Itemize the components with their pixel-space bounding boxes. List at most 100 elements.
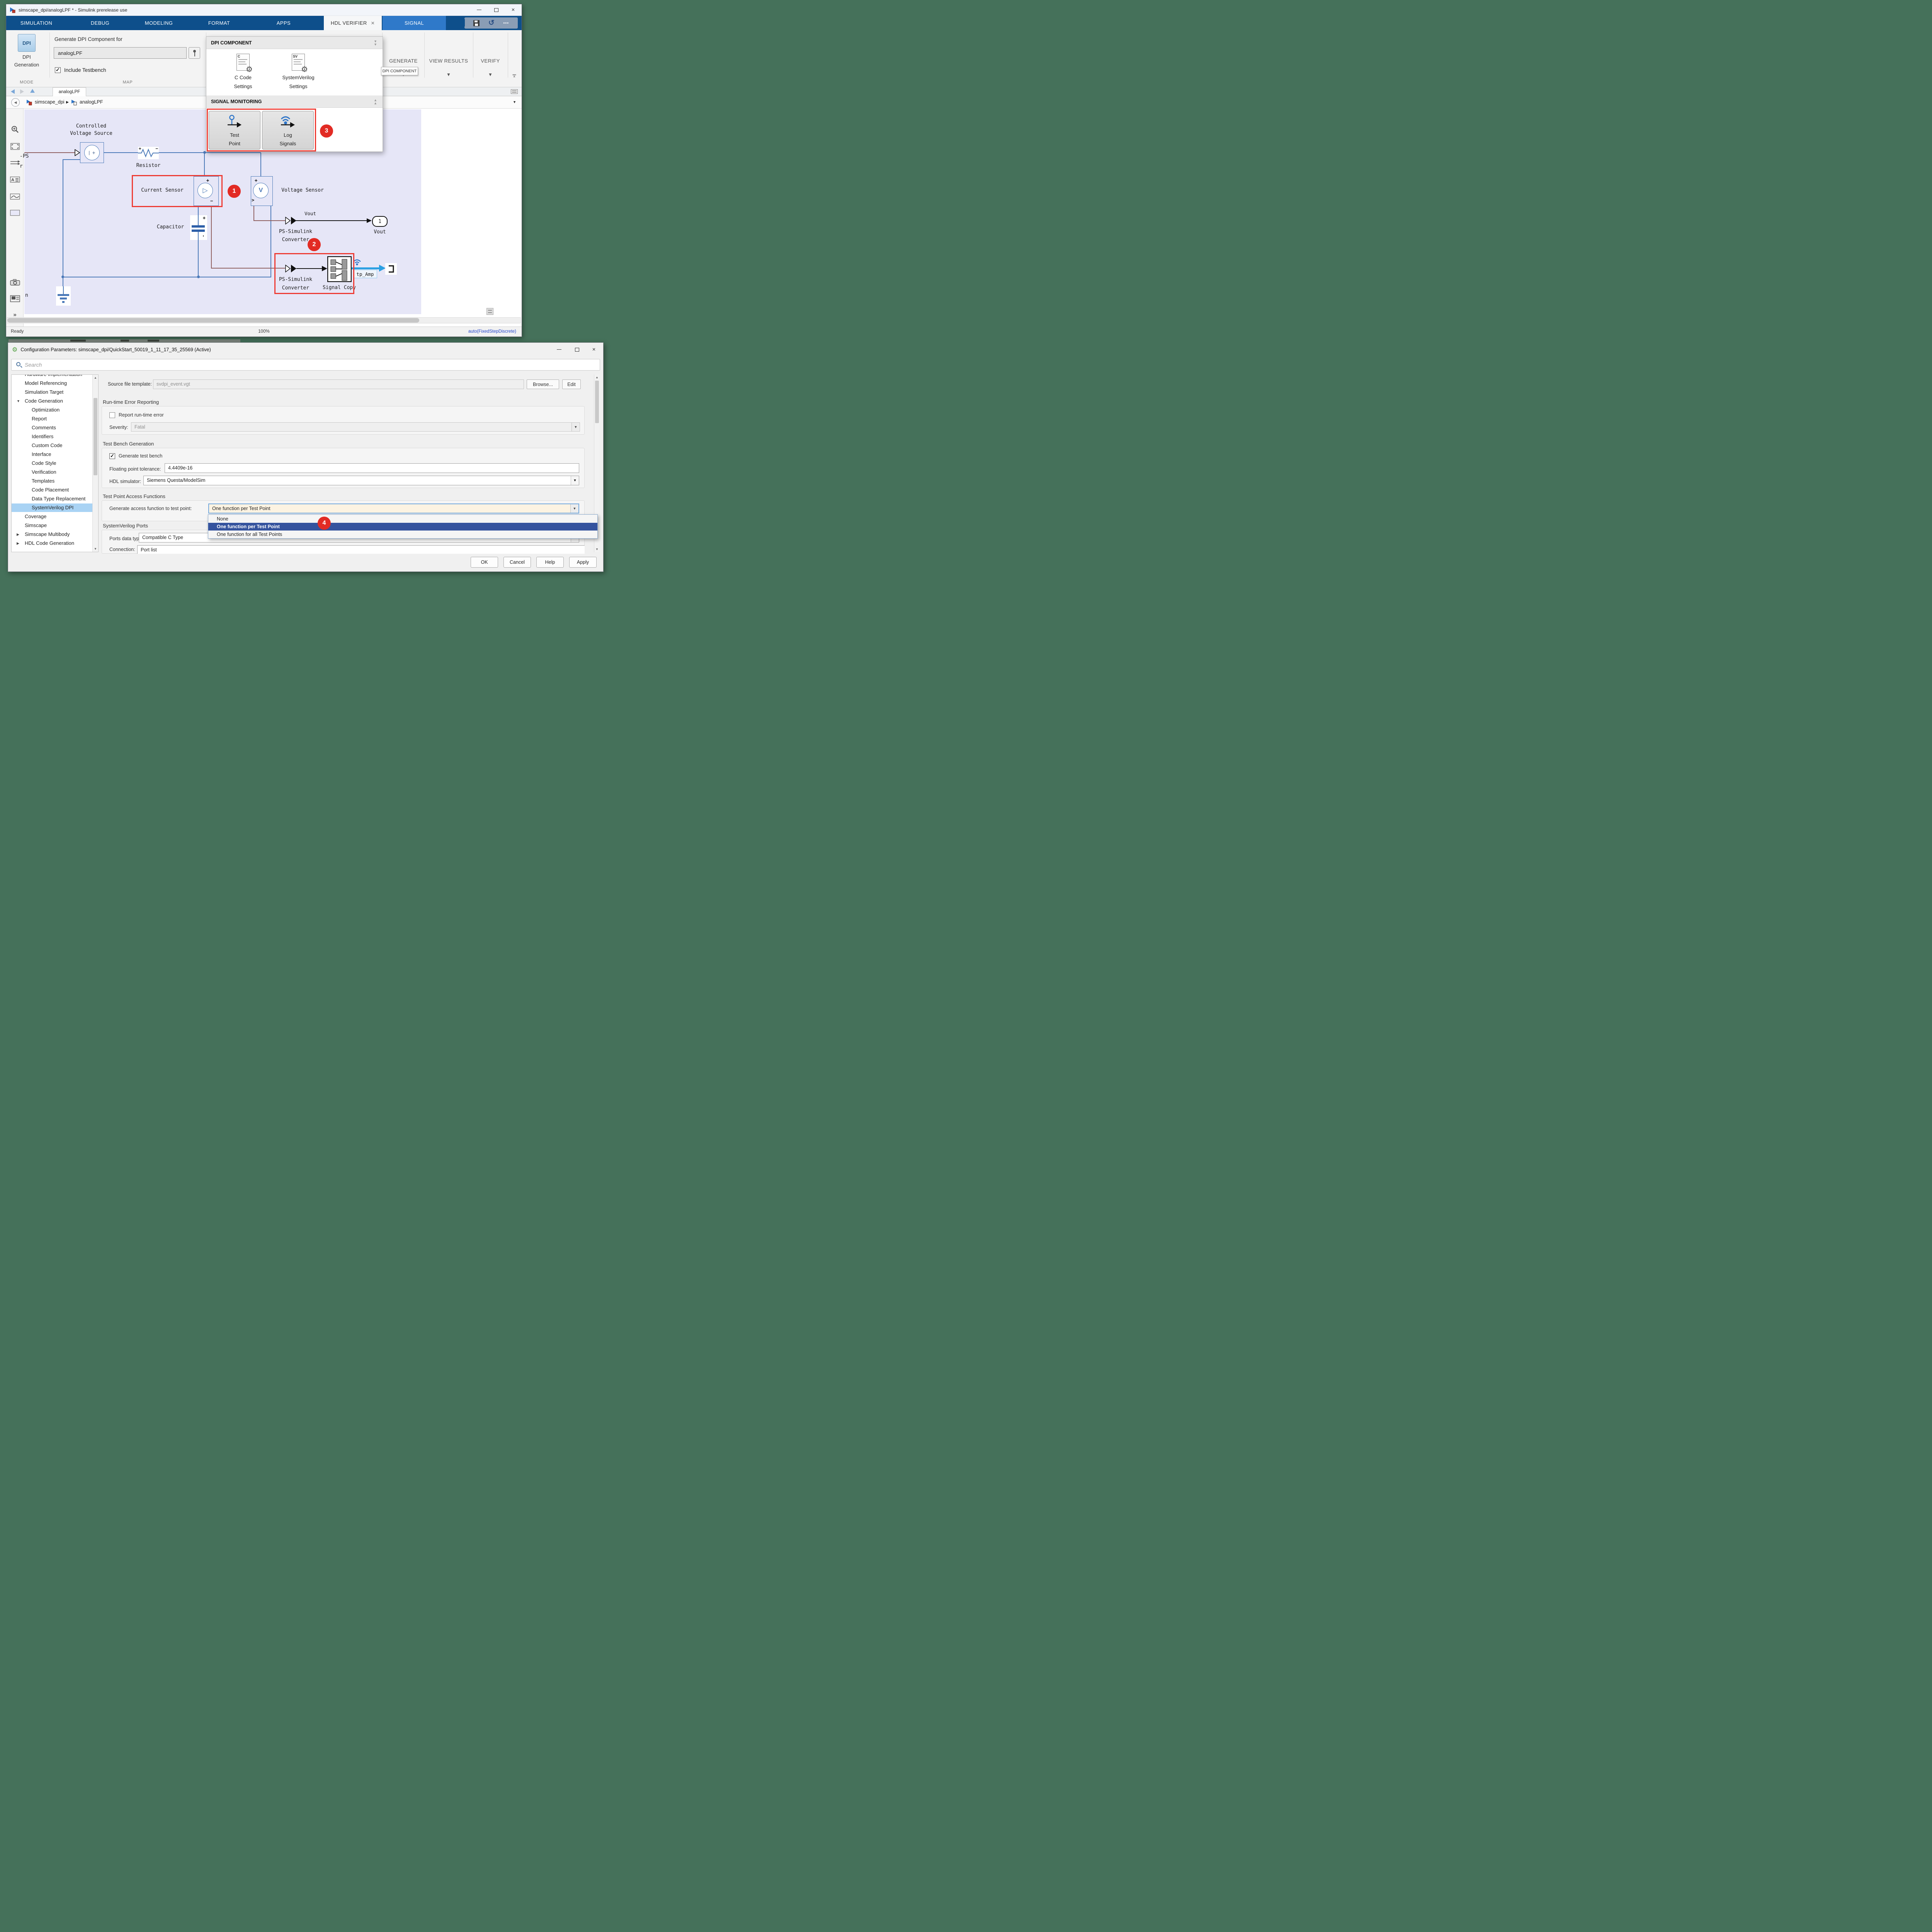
tree-item-simscape[interactable]: Simscape — [12, 521, 92, 530]
verify-dropdown-icon[interactable]: ▼ — [474, 72, 507, 77]
dpi-generation-button[interactable]: DPI — [18, 34, 36, 52]
tab-close-icon[interactable]: ✕ — [371, 20, 375, 26]
tree-scrollbar[interactable]: ▲ ▼ — [92, 375, 98, 552]
maximize-button[interactable] — [488, 4, 505, 15]
tree-item-report[interactable]: Report — [12, 415, 92, 423]
tree-item-code-style[interactable]: Code Style — [12, 459, 92, 468]
tab-format[interactable]: FORMAT — [201, 16, 237, 30]
tree-scrollbar-thumb[interactable] — [94, 398, 97, 475]
tree-item-optimization[interactable]: Optimization — [12, 406, 92, 414]
breadcrumb-item-analoglpf[interactable]: analogLPF — [80, 99, 103, 105]
search-input[interactable] — [25, 360, 598, 370]
expander-icon[interactable]: ▼ — [17, 397, 20, 405]
status-solver[interactable]: auto(FixedStepDiscrete) — [468, 329, 516, 334]
ground-block[interactable] — [56, 286, 71, 306]
tree-item-code-placement[interactable]: Code Placement — [12, 486, 92, 494]
wire-cvs-bottom[interactable] — [63, 159, 80, 160]
report-runtime-error-checkbox[interactable] — [109, 412, 115, 418]
resistor-block[interactable]: + − — [138, 147, 159, 159]
tree-item-interface[interactable]: Interface — [12, 450, 92, 459]
tab-debug[interactable]: DEBUG — [83, 16, 117, 30]
wire-vout-signal[interactable] — [296, 220, 367, 221]
minimize-button[interactable] — [471, 4, 488, 15]
dialog-close-button[interactable]: × — [585, 344, 602, 355]
option-one-for-all[interactable]: One function for all Test Points — [208, 531, 597, 538]
c-code-settings-button[interactable]: C ⚙ C Code Settings — [222, 54, 264, 91]
annotation-icon[interactable]: A — [9, 174, 21, 185]
more-options-icon[interactable]: ••• — [503, 21, 509, 26]
wire-to-current-sensor[interactable] — [204, 153, 205, 176]
pin-button[interactable] — [189, 47, 200, 59]
tree-item-hdl-code-generation[interactable]: ▶HDL Code Generation — [12, 539, 92, 548]
tree-item-templates[interactable]: Templates — [12, 477, 92, 485]
tab-apps[interactable]: APPS — [270, 16, 298, 30]
tree-item-hardware-implementation[interactable]: Hardware Implementation — [12, 374, 92, 379]
fpt-input[interactable] — [168, 464, 558, 472]
scrollbar-thumb[interactable] — [7, 318, 419, 323]
image-capture-icon[interactable] — [9, 293, 21, 304]
tree-item-custom-code[interactable]: Custom Code — [12, 441, 92, 450]
tree-item-verification[interactable]: Verification — [12, 468, 92, 476]
include-testbench-checkbox[interactable]: ✓ — [55, 67, 61, 73]
wire-voltage-sensor-out[interactable] — [253, 206, 254, 221]
breadcrumb-item-simscape-dpi[interactable]: simscape_dpi — [35, 99, 64, 105]
canvas-horizontal-scrollbar[interactable] — [7, 317, 521, 323]
tab-signal[interactable]: SIGNAL — [383, 16, 446, 30]
expand-section-icon[interactable]: ▲▲ — [374, 99, 377, 105]
dropdown-arrow-icon[interactable]: ▼ — [571, 476, 579, 485]
help-button[interactable]: Help — [536, 557, 564, 568]
breadcrumb-dropdown-icon[interactable]: ▼ — [513, 100, 516, 104]
cancel-button[interactable]: Cancel — [503, 557, 531, 568]
up-icon[interactable] — [30, 89, 35, 93]
hide-browser-icon[interactable]: ◀ — [11, 98, 20, 107]
tree-item-coverage[interactable]: Coverage — [12, 512, 92, 521]
wire-to-converter1[interactable] — [253, 220, 285, 221]
expander-icon[interactable]: ▶ — [17, 530, 19, 539]
tree-item-identifiers[interactable]: Identifiers — [12, 432, 92, 441]
tree-item-model-referencing[interactable]: Model Referencing — [12, 379, 92, 388]
dropdown-arrow-icon[interactable]: ▼ — [570, 504, 578, 513]
canvas-overview-icon[interactable] — [486, 308, 493, 315]
tree-item-comments[interactable]: Comments — [12, 423, 92, 432]
capacitor-block[interactable]: + ' — [190, 215, 207, 240]
generate-menu[interactable]: GENERATE ▼ — [383, 30, 424, 87]
wire-to-voltage-sensor[interactable] — [260, 153, 261, 176]
collapse-ribbon-icon[interactable]: ▬▲ — [512, 73, 517, 77]
option-none[interactable]: None — [208, 515, 597, 523]
terminator-block[interactable] — [385, 263, 397, 275]
dialog-scrollbar-thumb[interactable] — [595, 381, 599, 423]
back-icon[interactable] — [11, 89, 15, 94]
tree-item-code-generation[interactable]: ▼Code Generation — [12, 397, 92, 405]
expander-icon[interactable]: ▶ — [17, 539, 19, 548]
tab-simulation[interactable]: SIMULATION — [17, 16, 56, 30]
vout-outport-block[interactable]: 1 — [372, 216, 388, 227]
search-bar[interactable] — [11, 359, 600, 371]
systemverilog-settings-button[interactable]: SV ⚙ SystemVerilog Settings — [271, 54, 325, 91]
view-results-dropdown-icon[interactable]: ▼ — [425, 72, 472, 77]
collapse-section-icon[interactable]: ▼▼ — [374, 40, 377, 46]
ok-button[interactable]: OK — [471, 557, 498, 568]
save-icon[interactable] — [473, 20, 480, 26]
wire-tp-amp-selected[interactable] — [352, 267, 380, 269]
dialog-maximize-button[interactable] — [568, 344, 585, 355]
tab-modeling[interactable]: MODELING — [139, 16, 178, 30]
vout-signal-label[interactable]: Vout — [299, 211, 322, 216]
generate-test-bench-checkbox[interactable]: ✓ — [109, 453, 115, 459]
signal-monitoring-header[interactable]: SIGNAL MONITORING ▲▲ — [206, 95, 383, 108]
option-one-per-test-point[interactable]: One function per Test Point — [208, 523, 597, 531]
tp-amp-signal-name[interactable]: tp_Amp — [353, 270, 377, 278]
undo-icon[interactable]: ↺ — [488, 19, 495, 27]
view-results-menu[interactable]: VIEW RESULTS ▼ — [425, 30, 472, 87]
fit-to-view-icon[interactable] — [9, 141, 21, 151]
close-button[interactable]: × — [505, 4, 522, 15]
document-tab-analoglpf[interactable]: analogLPF — [53, 87, 86, 96]
wire-input-to-cvs[interactable] — [24, 152, 75, 153]
connection-dropdown[interactable]: Port list — [137, 545, 585, 554]
dialog-minimize-button[interactable] — [551, 344, 568, 355]
forward-icon[interactable] — [20, 89, 24, 94]
ps-simulink-converter1-block[interactable] — [285, 217, 297, 224]
edit-button[interactable]: Edit — [562, 379, 581, 389]
tree-item-simulation-target[interactable]: Simulation Target — [12, 388, 92, 396]
signal-routing-icon[interactable] — [9, 157, 21, 168]
verify-menu[interactable]: VERIFY ▼ — [474, 30, 507, 87]
